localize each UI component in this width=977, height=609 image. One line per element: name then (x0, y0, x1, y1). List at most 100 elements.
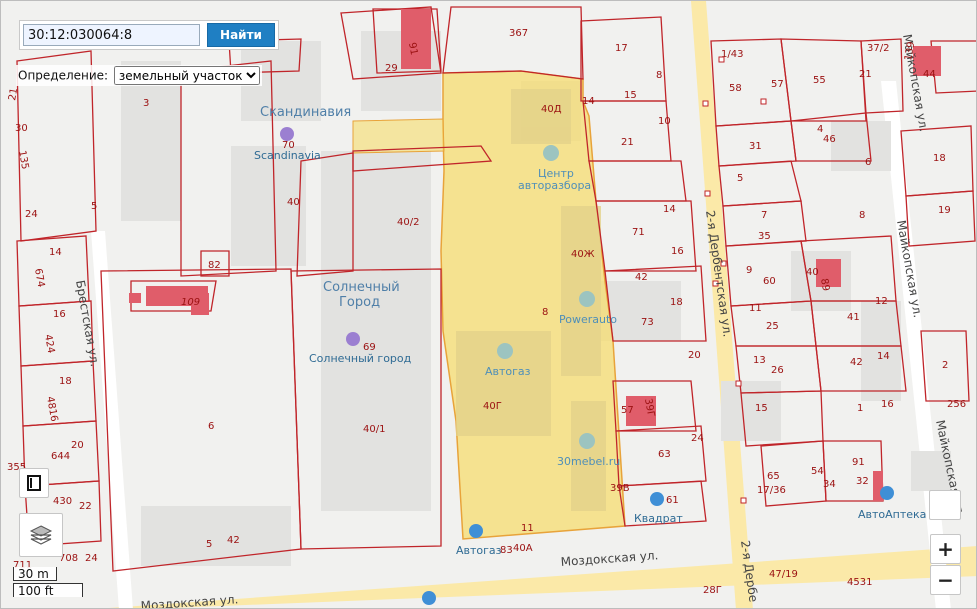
lot-24: 24 (691, 433, 704, 444)
lot-69: 69 (363, 342, 376, 353)
car-service-icon (579, 291, 595, 307)
label-solnechny: Солнечный (323, 280, 400, 295)
lot-24b: 24 (25, 209, 38, 220)
lot-6b: 6 (865, 157, 871, 168)
lot-4531: 4531 (847, 577, 872, 588)
lot-16b: 16 (881, 399, 894, 410)
lot-40: 40 (287, 197, 300, 208)
shop-cart-icon (650, 492, 664, 506)
cadastral-search-input[interactable] (23, 24, 200, 46)
lot-28g: 28Г (703, 585, 722, 596)
lot-1: 1 (857, 403, 863, 414)
lot-91: 91 (406, 42, 419, 56)
lot-5c: 5 (91, 201, 97, 212)
map-viewport[interactable]: Скандинавия Scandinavia Солнечный Город … (0, 0, 977, 609)
lot-20: 20 (688, 350, 701, 361)
scale-bar: 30 m 100 ft (13, 567, 83, 598)
lot-8: 8 (859, 210, 865, 221)
lot-21b: 21 (859, 69, 872, 80)
label-powerauto: Powerauto (559, 313, 617, 326)
lot-39v: 39В (610, 483, 630, 494)
lot-21: 21 (621, 137, 634, 148)
car-service-icon (543, 145, 559, 161)
lot-91b: 91 (852, 457, 865, 468)
lot-8c: 8 (542, 307, 548, 318)
lot-20b: 20 (71, 440, 84, 451)
lot-60: 60 (763, 276, 776, 287)
definition-row: Определение: земельный участок (16, 65, 262, 86)
lot-89: 89 (818, 278, 831, 292)
locate-button[interactable] (929, 490, 961, 520)
zoom-out-button[interactable]: − (930, 565, 961, 595)
lot-31: 31 (749, 141, 762, 152)
definition-label: Определение: (18, 68, 109, 83)
lot-14b: 14 (663, 204, 676, 215)
lot-14a: 14 (582, 96, 595, 107)
lot-58: 58 (729, 83, 742, 94)
lot-73: 73 (641, 317, 654, 328)
lot-40zh: 40Ж (571, 249, 595, 260)
lot-42b: 42 (227, 535, 240, 546)
layers-icon (29, 525, 53, 545)
store-icon (579, 433, 595, 449)
lot-63: 63 (658, 449, 671, 460)
film-frame-icon (27, 475, 41, 491)
lot-18: 18 (670, 297, 683, 308)
lot-40b: 40 (806, 267, 819, 278)
lot-40g: 40Г (483, 401, 502, 412)
business-icon (280, 127, 294, 141)
lot-42: 42 (635, 272, 648, 283)
lot-15b: 15 (755, 403, 768, 414)
lot-6: 6 (208, 421, 214, 432)
lot-65: 65 (767, 471, 780, 482)
lot-17-36: 17/36 (757, 485, 786, 496)
scale-metric: 30 m (13, 567, 57, 581)
lot-256: 256 (947, 399, 966, 410)
lot-11: 11 (521, 523, 534, 534)
lot-19: 19 (938, 205, 951, 216)
lot-18c: 18 (59, 376, 72, 387)
fullscreen-button[interactable] (19, 468, 49, 498)
lot-34: 34 (823, 479, 836, 490)
lot-40-1: 40/1 (363, 424, 385, 435)
lot-46: 46 (823, 134, 836, 145)
lot-26: 26 (771, 365, 784, 376)
lot-30: 30 (15, 123, 28, 134)
lot-3: 3 (143, 98, 149, 109)
lot-25: 25 (766, 321, 779, 332)
lot-40d: 40Д (541, 104, 562, 115)
lot-29: 29 (385, 63, 398, 74)
scale-imperial: 100 ft (13, 583, 83, 598)
lot-14d: 14 (49, 247, 62, 258)
lot-41: 41 (847, 312, 860, 323)
lot-367: 367 (509, 28, 528, 39)
label-avtoapteka: АвтоАптека (858, 508, 926, 521)
label-kvadrat: Квадрат (634, 512, 683, 525)
lot-15: 15 (624, 90, 637, 101)
search-panel: Найти (19, 20, 279, 50)
label-avtorazbora: авторазбора (518, 179, 591, 192)
map-canvas[interactable]: Скандинавия Scandinavia Солнечный Город … (1, 1, 977, 609)
find-button[interactable]: Найти (207, 23, 275, 47)
label-skandinavia: Скандинавия (260, 105, 351, 120)
lot-35: 35 (758, 231, 771, 242)
definition-select[interactable]: земельный участок (113, 66, 260, 85)
lot-40-2: 40/2 (397, 217, 419, 228)
label-gorod: Город (339, 295, 380, 310)
lot-8a: 8 (656, 70, 662, 81)
layers-button[interactable] (19, 513, 63, 557)
lot-61: 61 (666, 495, 679, 506)
lot-82: 82 (208, 260, 221, 271)
lot-54: 54 (811, 466, 824, 477)
lot-13: 13 (753, 355, 766, 366)
lot-16c: 16 (53, 309, 66, 320)
lot-37-2: 37/2 (867, 43, 889, 54)
lot-44: 44 (923, 69, 936, 80)
pharmacy-icon (880, 486, 894, 500)
lot-22: 22 (79, 501, 92, 512)
lot-17: 17 (615, 43, 628, 54)
lot-57b: 57 (771, 79, 784, 90)
zoom-in-button[interactable]: + (930, 534, 961, 564)
lot-430: 430 (53, 496, 72, 507)
lot-644: 644 (51, 451, 70, 462)
